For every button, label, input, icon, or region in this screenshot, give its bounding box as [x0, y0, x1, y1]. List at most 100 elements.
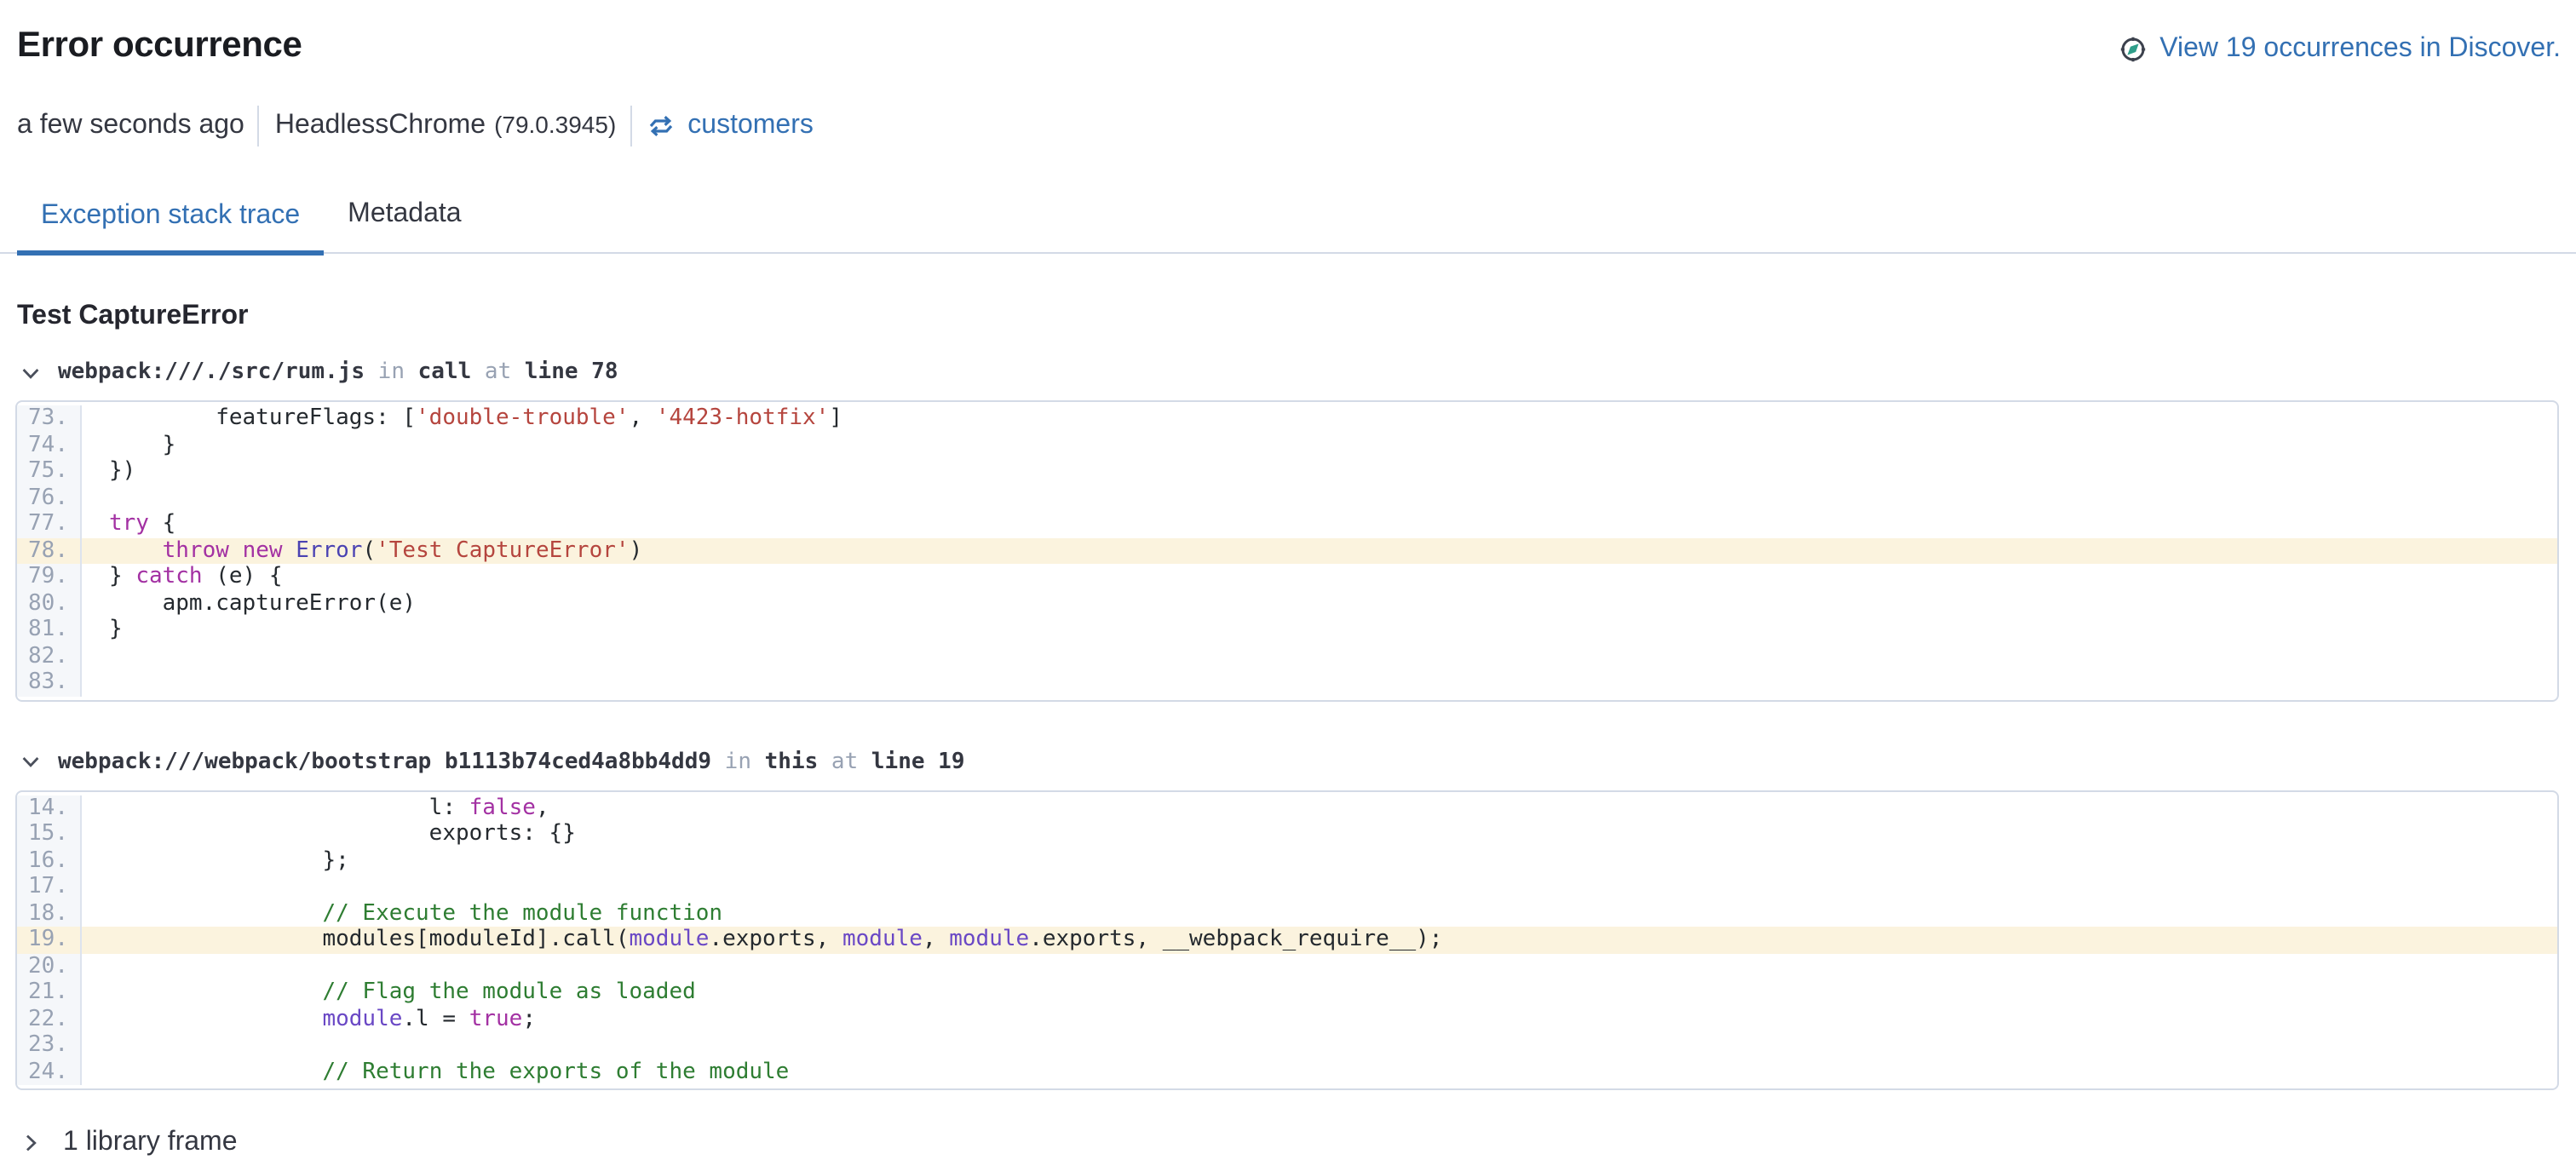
discover-compass-icon	[2119, 36, 2146, 63]
meta-bar: a few seconds ago HeadlessChrome (79.0.39…	[17, 106, 2559, 146]
code-line: 77.try {	[17, 511, 2557, 537]
code-text: apm.captureError(e)	[82, 590, 2557, 617]
code-line: 16. };	[17, 847, 2557, 874]
code-line: 83.	[17, 669, 2557, 696]
transaction-name: customers	[687, 111, 814, 141]
tab-exception-stack-trace[interactable]: Exception stack trace	[17, 175, 324, 256]
line-number: 24.	[17, 1059, 82, 1085]
line-number: 78.	[17, 537, 82, 564]
code-line: 22. module.l = true;	[17, 1006, 2557, 1032]
code-preview: 73. featureFlags: ['double-trouble', '44…	[15, 400, 2559, 701]
line-number: 74.	[17, 432, 82, 458]
library-frames-label: 1 library frame	[63, 1124, 238, 1160]
code-text	[82, 643, 2557, 669]
tabs: Exception stack trace Metadata	[0, 175, 2576, 254]
code-text	[82, 485, 2557, 511]
library-frames-toggle[interactable]: 1 library frame	[17, 1124, 238, 1160]
line-number: 73.	[17, 405, 82, 432]
code-text: featureFlags: ['double-trouble', '4423-h…	[82, 405, 2557, 432]
code-text: l: false,	[82, 795, 2557, 821]
code-text: // Flag the module as loaded	[82, 979, 2557, 1006]
code-text: try {	[82, 511, 2557, 537]
code-line: 73. featureFlags: ['double-trouble', '44…	[17, 405, 2557, 432]
code-line: 74. }	[17, 432, 2557, 458]
code-line: 14. l: false,	[17, 795, 2557, 821]
line-number: 19.	[17, 927, 82, 953]
stack-frame-header[interactable]: webpack:///./src/rum.js in call at line …	[17, 358, 2559, 387]
code-line: 81.}	[17, 617, 2557, 643]
code-line: 18. // Execute the module function	[17, 900, 2557, 927]
code-line: 79.} catch (e) {	[17, 564, 2557, 590]
chevron-down-icon	[17, 359, 44, 386]
tab-metadata[interactable]: Metadata	[324, 175, 485, 252]
code-text: modules[moduleId].call(module.exports, m…	[82, 927, 2557, 953]
code-text: }	[82, 432, 2557, 458]
line-number: 23.	[17, 1032, 82, 1059]
exception-stack-trace-panel: Test CaptureError webpack:///./src/rum.j…	[0, 298, 2576, 1160]
stack-frame-title: webpack:///webpack/bootstrap b1113b74ced…	[58, 747, 965, 776]
code-text	[82, 874, 2557, 900]
line-number: 83.	[17, 669, 82, 696]
line-number: 14.	[17, 795, 82, 821]
line-number: 18.	[17, 900, 82, 927]
stack-frame: webpack:///webpack/bootstrap b1113b74ced…	[17, 747, 2559, 1090]
code-text: } catch (e) {	[82, 564, 2557, 590]
divider	[630, 106, 631, 146]
error-occurrence-page: Error occurrence View 19 occurrences in …	[0, 0, 2576, 1143]
code-text	[82, 953, 2557, 979]
transaction-link[interactable]: customers	[647, 111, 814, 141]
line-number: 20.	[17, 953, 82, 979]
code-text	[82, 1032, 2557, 1059]
code-text: exports: {}	[82, 821, 2557, 847]
code-line-highlighted: 78. throw new Error('Test CaptureError')	[17, 537, 2557, 564]
code-line: 15. exports: {}	[17, 821, 2557, 847]
discover-link-label: View 19 occurrences in Discover.	[2159, 29, 2561, 70]
page-header: Error occurrence View 19 occurrences in …	[0, 0, 2576, 68]
line-number: 76.	[17, 485, 82, 511]
divider	[258, 106, 260, 146]
code-line: 23.	[17, 1032, 2557, 1059]
line-number: 15.	[17, 821, 82, 847]
code-line: 75.})	[17, 458, 2557, 485]
stack-frames: webpack:///./src/rum.js in call at line …	[17, 358, 2559, 1090]
code-preview: 14. l: false,15. exports: {}16. };17.18.…	[15, 790, 2559, 1090]
stack-frame-title: webpack:///./src/rum.js in call at line …	[58, 358, 618, 387]
code-line: 17.	[17, 874, 2557, 900]
line-number: 16.	[17, 847, 82, 874]
line-number: 77.	[17, 511, 82, 537]
code-line-highlighted: 19. modules[moduleId].call(module.export…	[17, 927, 2557, 953]
code-text: };	[82, 847, 2557, 874]
merge-icon	[647, 112, 674, 140]
code-text: throw new Error('Test CaptureError')	[82, 537, 2557, 564]
stack-frame: webpack:///./src/rum.js in call at line …	[17, 358, 2559, 701]
timestamp: a few seconds ago	[17, 111, 244, 141]
line-number: 75.	[17, 458, 82, 485]
code-text: }	[82, 617, 2557, 643]
code-text: })	[82, 458, 2557, 485]
chevron-down-icon	[17, 748, 44, 775]
line-number: 80.	[17, 590, 82, 617]
error-culprit-title: Test CaptureError	[17, 298, 2559, 334]
code-line: 80. apm.captureError(e)	[17, 590, 2557, 617]
code-line: 21. // Flag the module as loaded	[17, 979, 2557, 1006]
code-text: // Return the exports of the module	[82, 1059, 2557, 1085]
discover-link[interactable]: View 19 occurrences in Discover.	[2119, 29, 2561, 70]
browser-name: HeadlessChrome	[275, 111, 486, 140]
line-number: 21.	[17, 979, 82, 1006]
code-text: // Execute the module function	[82, 900, 2557, 927]
line-number: 79.	[17, 564, 82, 590]
line-number: 81.	[17, 617, 82, 643]
stack-frame-header[interactable]: webpack:///webpack/bootstrap b1113b74ced…	[17, 747, 2559, 776]
code-text	[82, 669, 2557, 696]
code-line: 20.	[17, 953, 2557, 979]
line-number: 82.	[17, 643, 82, 669]
line-number: 22.	[17, 1006, 82, 1032]
browser-version: (79.0.3945)	[494, 111, 616, 138]
code-line: 82.	[17, 643, 2557, 669]
line-number: 17.	[17, 874, 82, 900]
code-line: 76.	[17, 485, 2557, 511]
browser-info: HeadlessChrome (79.0.3945)	[275, 111, 616, 141]
chevron-right-icon	[17, 1128, 44, 1156]
code-text: module.l = true;	[82, 1006, 2557, 1032]
code-line: 24. // Return the exports of the module	[17, 1059, 2557, 1085]
